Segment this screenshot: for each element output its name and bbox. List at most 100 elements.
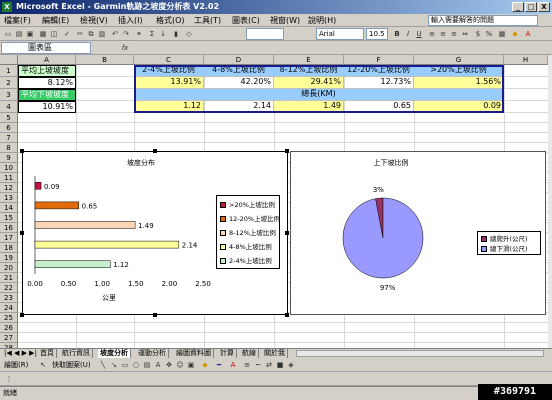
row-header-23[interactable]: 23 bbox=[0, 293, 18, 303]
pie-chart-area[interactable]: 上下坡比例 3% 97% 總爬升(公尺) 總下滑(公尺) bbox=[290, 151, 546, 315]
minimize-button[interactable]: _ bbox=[512, 2, 524, 12]
resize-handle[interactable] bbox=[285, 313, 289, 317]
row-header-10[interactable]: 10 bbox=[0, 163, 18, 173]
cell-a1[interactable]: 平均上坡坡度 bbox=[18, 65, 76, 77]
row-header-17[interactable]: 17 bbox=[0, 233, 18, 243]
cell-c1[interactable]: 2-4%上坡比例 bbox=[134, 65, 204, 77]
function-icon[interactable]: fx bbox=[120, 43, 130, 53]
column-header-f[interactable]: F bbox=[344, 55, 414, 65]
row-header-13[interactable]: 13 bbox=[0, 193, 18, 203]
clipart-icon[interactable]: ☺ bbox=[175, 360, 185, 370]
menu-edit[interactable]: 編輯(E) bbox=[42, 15, 69, 26]
resize-handle[interactable] bbox=[153, 313, 157, 317]
pie-chart-legend[interactable]: 總爬升(公尺) 總下滑(公尺) bbox=[477, 231, 541, 255]
wordart-icon[interactable]: A bbox=[153, 360, 163, 370]
rectangle-icon[interactable]: ▭ bbox=[120, 360, 130, 370]
tab-nav-arrows[interactable]: |◀ ◀ ▶ ▶| bbox=[2, 349, 39, 358]
menu-tools[interactable]: 工具(T) bbox=[194, 15, 221, 26]
new-icon[interactable]: ▭ bbox=[3, 29, 13, 39]
row-header-11[interactable]: 11 bbox=[0, 173, 18, 183]
draw-menu[interactable]: 繪圖(R) bbox=[4, 360, 28, 370]
cell-e1[interactable]: 8-12%上坡比例 bbox=[274, 65, 344, 77]
zoom-combo[interactable] bbox=[246, 28, 284, 40]
save-icon[interactable]: ▣ bbox=[25, 29, 35, 39]
cell-f2[interactable]: 12.73% bbox=[344, 77, 414, 89]
bar-chart-legend[interactable]: >20%上坡比例 12-20%上坡比例 8-12%上坡比例 4-8%上坡比例 2-4%上… bbox=[216, 195, 280, 269]
cell-g1[interactable]: >20%上坡比例 bbox=[414, 65, 504, 77]
row-header-24[interactable]: 24 bbox=[0, 303, 18, 313]
close-button[interactable]: X bbox=[538, 2, 550, 12]
shadow-icon[interactable]: ■ bbox=[275, 360, 285, 370]
row-header-6[interactable]: 6 bbox=[0, 123, 18, 133]
horizontal-scrollbar[interactable] bbox=[296, 350, 544, 357]
row-header-9[interactable]: 9 bbox=[0, 153, 18, 163]
copy-icon[interactable]: ⧉ bbox=[86, 29, 96, 39]
cell-a2[interactable]: 8.12% bbox=[18, 77, 76, 89]
autoshapes-menu[interactable]: 快取圖案(U) bbox=[52, 360, 91, 370]
line-icon[interactable]: ╲ bbox=[98, 360, 108, 370]
font-size-combo[interactable]: 10.5 bbox=[366, 28, 388, 40]
tab-about[interactable]: 關於我 bbox=[262, 349, 288, 358]
preview-icon[interactable]: ◫ bbox=[49, 29, 59, 39]
menu-chart[interactable]: 圖表(C) bbox=[232, 15, 260, 26]
name-box[interactable]: 圖表區 bbox=[1, 42, 91, 54]
select-objects-icon[interactable]: ↖ bbox=[38, 360, 48, 370]
row-header-12[interactable]: 12 bbox=[0, 183, 18, 193]
hyperlink-icon[interactable]: ⚭ bbox=[134, 29, 144, 39]
resize-handle[interactable] bbox=[20, 231, 24, 235]
percent-icon[interactable]: % bbox=[484, 29, 494, 39]
arrow-icon[interactable]: ↘ bbox=[109, 360, 119, 370]
redo-icon[interactable]: ↷ bbox=[121, 29, 131, 39]
cell-d2[interactable]: 42.20% bbox=[204, 77, 274, 89]
italic-icon[interactable]: I bbox=[403, 29, 413, 39]
cell-g2[interactable]: 1.56% bbox=[414, 77, 504, 89]
cell-f4[interactable]: 0.65 bbox=[344, 101, 414, 113]
tab-calc[interactable]: 計算 bbox=[218, 349, 237, 358]
row-header-1[interactable]: 1 bbox=[0, 65, 18, 77]
tab-slope-analysis[interactable]: 坡度分析 bbox=[98, 349, 131, 358]
fill-color-icon[interactable]: ◆ bbox=[510, 29, 520, 39]
line-color-icon[interactable]: ━ bbox=[214, 360, 224, 370]
row-header-27[interactable]: 27 bbox=[0, 333, 18, 343]
row-header-7[interactable]: 7 bbox=[0, 133, 18, 143]
tab-drawing-data[interactable]: 繪圖資料圖 bbox=[174, 349, 214, 358]
row-header-18[interactable]: 18 bbox=[0, 243, 18, 253]
cut-icon[interactable]: ✂ bbox=[75, 29, 85, 39]
row-header-16[interactable]: 16 bbox=[0, 223, 18, 233]
picture-icon[interactable]: ▣ bbox=[186, 360, 196, 370]
cell-e2[interactable]: 29.41% bbox=[274, 77, 344, 89]
row-header-5[interactable]: 5 bbox=[0, 113, 18, 123]
cell-a4[interactable]: 10.91% bbox=[18, 101, 76, 113]
3d-icon[interactable]: ◈ bbox=[286, 360, 296, 370]
align-left-icon[interactable]: ≡ bbox=[427, 29, 437, 39]
align-center-icon[interactable]: ≡ bbox=[438, 29, 448, 39]
open-icon[interactable]: ▤ bbox=[14, 29, 24, 39]
spell-icon[interactable]: ✓ bbox=[62, 29, 72, 39]
fill-bucket-icon[interactable]: ◆ bbox=[200, 360, 210, 370]
cell-c2[interactable]: 13.91% bbox=[134, 77, 204, 89]
column-header-b[interactable]: B bbox=[76, 55, 134, 65]
resize-handle[interactable] bbox=[20, 313, 24, 317]
menu-help[interactable]: 說明(H) bbox=[308, 15, 336, 26]
row-header-26[interactable]: 26 bbox=[0, 323, 18, 333]
paste-icon[interactable]: ▥ bbox=[97, 29, 107, 39]
sort-asc-icon[interactable]: ↓ bbox=[158, 29, 168, 39]
column-header-a[interactable]: A bbox=[18, 55, 76, 65]
cell-d4[interactable]: 2.14 bbox=[204, 101, 274, 113]
row-header-4[interactable]: 4 bbox=[0, 101, 18, 113]
menu-format[interactable]: 格式(O) bbox=[156, 15, 185, 26]
diagram-icon[interactable]: ✥ bbox=[164, 360, 174, 370]
column-header-c[interactable]: C bbox=[134, 55, 204, 65]
cell-c4[interactable]: 1.12 bbox=[134, 101, 204, 113]
print-icon[interactable]: ▦ bbox=[38, 29, 48, 39]
line-style-icon[interactable]: ≡ bbox=[242, 360, 252, 370]
column-header-h[interactable]: H bbox=[504, 55, 548, 65]
menu-insert[interactable]: 插入(I) bbox=[118, 15, 143, 26]
help-search-input[interactable]: 輸入需要解答的問題 bbox=[428, 15, 538, 26]
cell-a3[interactable]: 平均下坡坡度 bbox=[18, 89, 76, 101]
tab-route[interactable]: 航線 bbox=[240, 349, 259, 358]
textbox-icon[interactable]: ▤ bbox=[142, 360, 152, 370]
chart-wizard-icon[interactable]: ▮ bbox=[171, 29, 181, 39]
row-header-20[interactable]: 20 bbox=[0, 263, 18, 273]
menu-file[interactable]: 檔案(F) bbox=[4, 15, 31, 26]
